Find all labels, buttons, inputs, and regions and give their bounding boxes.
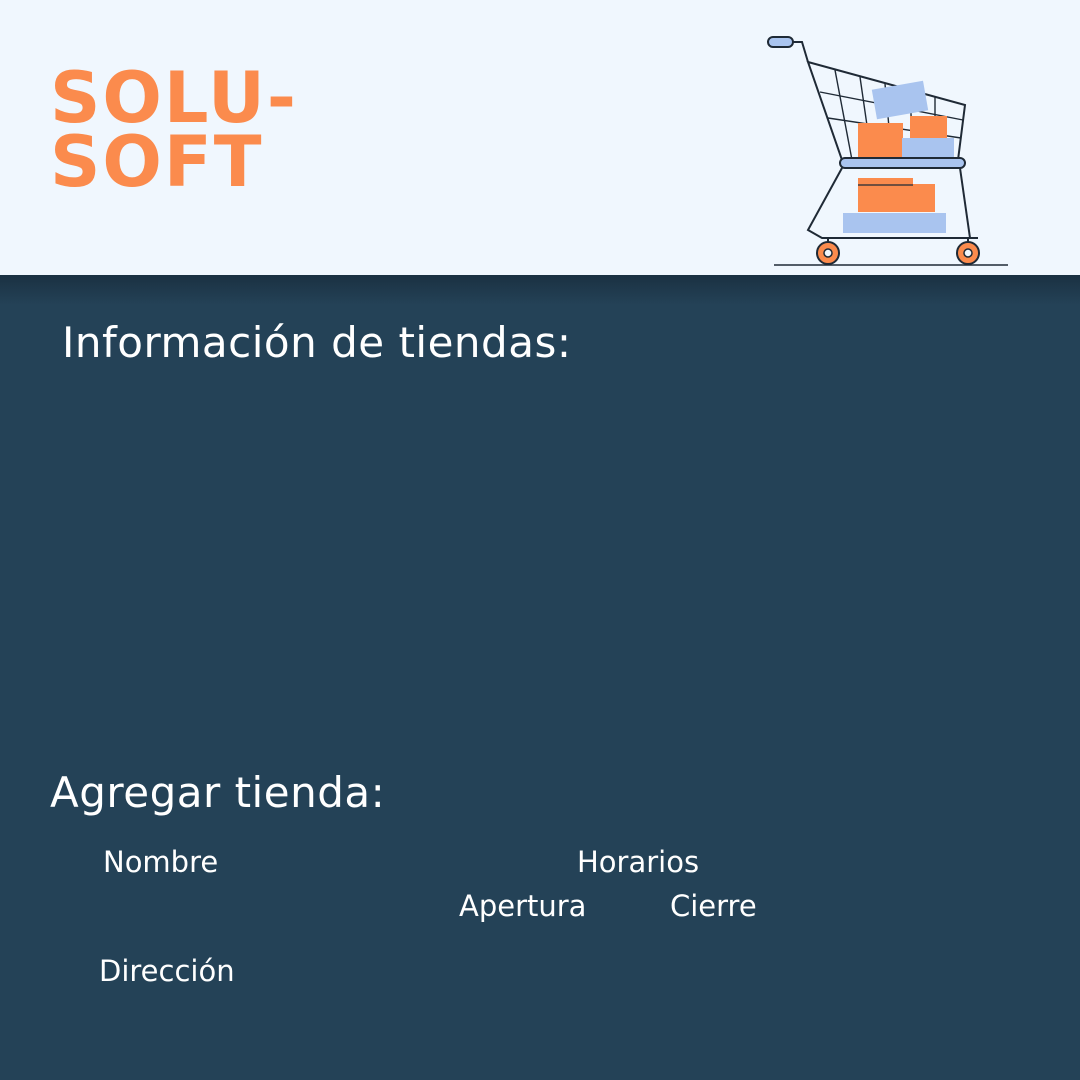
header-shadow [0, 275, 1080, 305]
brand-logo-line2: SOFT [50, 121, 264, 203]
brand-logo: SOLU- SOFT [50, 63, 298, 203]
name-label: Nombre [103, 845, 219, 879]
schedule-label: Horarios [577, 845, 700, 879]
header: SOLU- SOFT [0, 0, 1080, 275]
shopping-cart-icon [767, 36, 1008, 266]
opening-label: Apertura [459, 889, 587, 923]
closing-label: Cierre [670, 889, 757, 923]
store-info-title: Información de tiendas: [62, 318, 572, 367]
add-store-title: Agregar tienda: [50, 768, 386, 817]
address-label: Dirección [99, 954, 235, 988]
